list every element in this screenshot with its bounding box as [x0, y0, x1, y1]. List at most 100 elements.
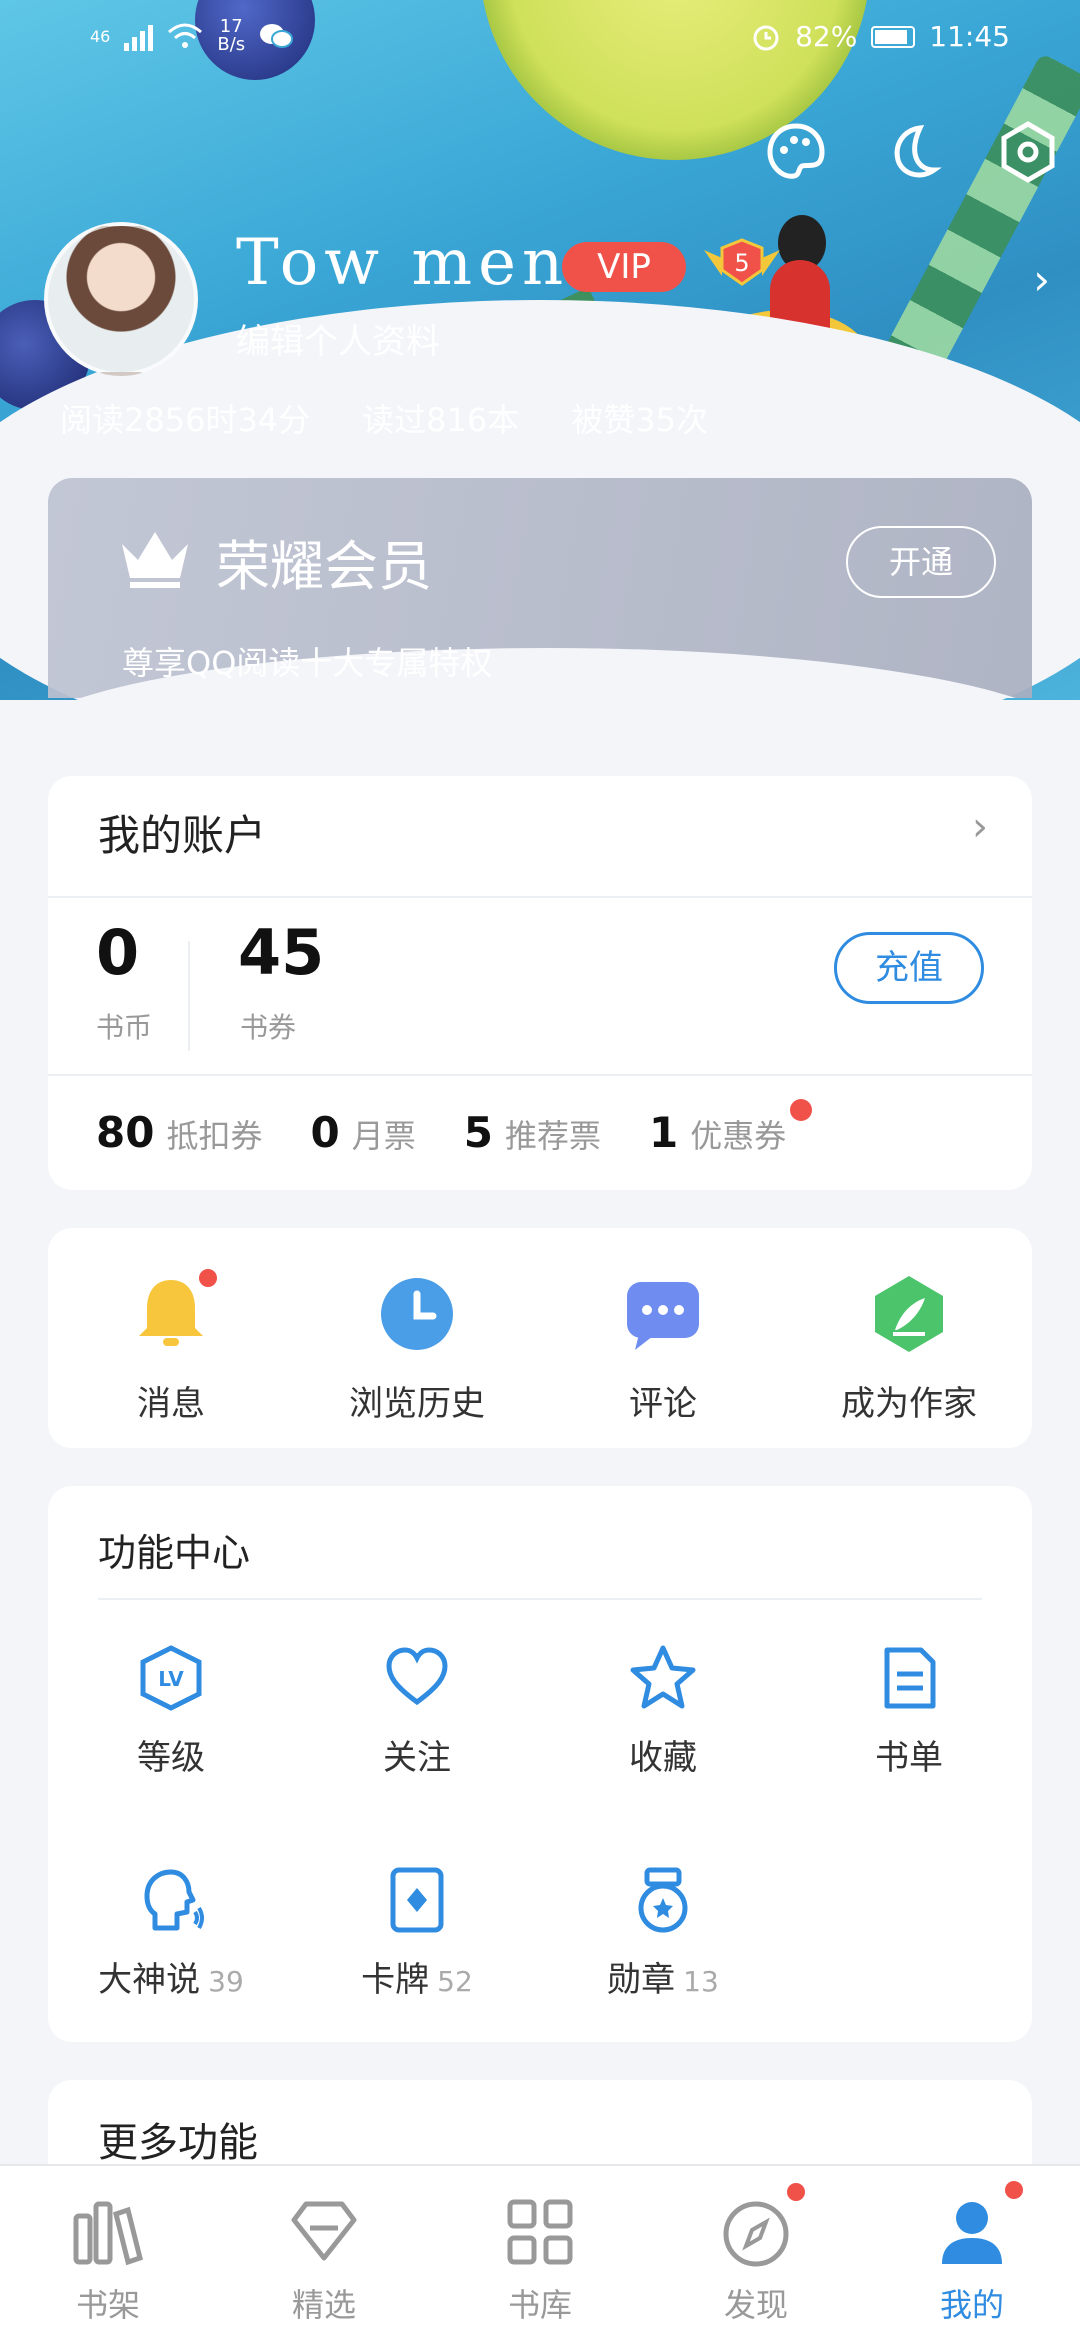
notification-dot — [1002, 2178, 1026, 2202]
notification-dot — [784, 2180, 808, 2204]
tab-label: 发现 — [723, 2286, 788, 2324]
history-entry[interactable]: 浏览历史 — [294, 1228, 540, 1448]
medals-entry[interactable]: 勋章 13 — [540, 1822, 786, 2044]
divider — [188, 941, 190, 1051]
compass-icon — [723, 2201, 789, 2267]
cards-entry[interactable]: 卡牌 52 — [294, 1822, 540, 2044]
master-talk-entry[interactable]: 大神说 39 — [48, 1822, 294, 2044]
level-entry[interactable]: LV 等级 — [48, 1600, 294, 1822]
function-label: 书单 — [875, 1738, 943, 1778]
bookshelf-icon — [73, 2201, 143, 2266]
avatar[interactable] — [44, 222, 198, 376]
quick-action-label: 浏览历史 — [349, 1384, 485, 1424]
messages-entry[interactable]: 消息 — [48, 1228, 294, 1448]
username[interactable]: Tow men. — [236, 226, 596, 300]
reading-time: 阅读2856时34分 — [60, 401, 311, 439]
coins-value[interactable]: 0 — [96, 916, 139, 989]
function-label: 勋章 13 — [607, 1960, 719, 2000]
follow-entry[interactable]: 关注 — [294, 1600, 540, 1822]
vip-badge[interactable]: VIP — [562, 242, 686, 292]
clock-time: 11:45 — [929, 20, 1010, 53]
tab-label: 精选 — [291, 2286, 356, 2324]
booklist-icon — [884, 1647, 936, 1709]
divider — [48, 1074, 1032, 1076]
talk-icon — [144, 1869, 204, 1931]
svg-text:LV: LV — [158, 1667, 184, 1691]
pen-icon — [875, 1276, 943, 1352]
chevron-right-icon[interactable]: › — [972, 804, 988, 850]
wifi-icon — [168, 23, 203, 48]
crown-icon — [122, 532, 188, 588]
night-mode-icon[interactable] — [880, 120, 944, 184]
bottom-tab-bar: 书架 精选 书库 发现 我的 — [0, 2164, 1080, 2340]
function-grid: LV 等级 关注 收藏 书单 大神说 39 卡牌 52 勋章 13 — [48, 1600, 1032, 2044]
tab-mine[interactable]: 我的 — [864, 2166, 1080, 2340]
booklist-entry[interactable]: 书单 — [786, 1600, 1032, 1822]
function-label: 关注 — [383, 1738, 451, 1778]
battery-percent: 82% — [795, 20, 858, 53]
recharge-button[interactable]: 充值 — [834, 932, 984, 1004]
favorites-entry[interactable]: 收藏 — [540, 1600, 786, 1822]
quick-action-label: 消息 — [137, 1384, 205, 1424]
tab-library[interactable]: 书库 — [432, 2166, 648, 2340]
coins-label: 书币 — [96, 1011, 153, 1044]
status-bar: 46 17 B/s 82% 11:45 — [0, 0, 1080, 80]
function-label: 卡牌 52 — [361, 1960, 473, 2000]
quick-actions-card: 消息 浏览历史 评论 成为作家 — [48, 1228, 1032, 1448]
ticket-deduction[interactable]: 80 抵扣券 — [96, 1108, 262, 1157]
tab-label: 书架 — [75, 2286, 140, 2324]
comments-entry[interactable]: 评论 — [540, 1228, 786, 1448]
my-account-card: 我的账户 › 0 书币 45 书券 充值 80 抵扣券 0 月票 5 推荐票 1 优惠券 — [48, 776, 1032, 1190]
vouchers-value[interactable]: 45 — [238, 916, 324, 989]
function-label: 大神说 39 — [98, 1960, 244, 2000]
grid-icon — [507, 2199, 573, 2265]
settings-icon[interactable] — [996, 120, 1060, 184]
user-icon — [942, 2202, 1002, 2264]
ticket-coupon[interactable]: 1 优惠券 — [649, 1099, 820, 1157]
account-title[interactable]: 我的账户 — [98, 802, 266, 863]
tab-label: 我的 — [939, 2286, 1004, 2324]
tab-featured[interactable]: 精选 — [216, 2166, 432, 2340]
honor-membership-card[interactable]: 荣耀会员 尊享QQ阅读十大专属特权 开通 — [48, 478, 1032, 698]
medal-icon — [638, 1867, 688, 1933]
level-icon: LV — [140, 1645, 202, 1711]
more-functions-title: 更多功能 — [98, 2120, 258, 2166]
tab-bookshelf[interactable]: 书架 — [0, 2166, 216, 2340]
edit-profile-link[interactable]: 编辑个人资料 — [236, 314, 440, 363]
ticket-recommend[interactable]: 5 推荐票 — [464, 1108, 601, 1157]
battery-icon — [871, 25, 916, 48]
signal-icon — [124, 21, 154, 51]
level-badge-icon[interactable]: 5 — [700, 236, 784, 292]
comment-icon — [627, 1282, 699, 1350]
divider — [48, 896, 1032, 898]
wechat-icon — [260, 24, 294, 48]
books-read: 读过816本 — [362, 401, 520, 439]
net-speed: 17 B/s — [217, 16, 246, 55]
card-icon — [390, 1867, 444, 1933]
become-writer-entry[interactable]: 成为作家 — [786, 1228, 1032, 1448]
header-actions — [764, 120, 1060, 184]
tab-discover[interactable]: 发现 — [648, 2166, 864, 2340]
vouchers-label: 书券 — [240, 1011, 297, 1044]
function-label: 等级 — [137, 1738, 205, 1778]
function-label: 收藏 — [629, 1738, 697, 1778]
membership-title: 荣耀会员 — [216, 535, 432, 598]
alarm-icon — [753, 25, 779, 50]
star-icon — [630, 1645, 696, 1709]
chevron-right-icon[interactable]: › — [1033, 255, 1050, 304]
ticket-monthly[interactable]: 0 月票 — [310, 1108, 415, 1157]
quick-action-label: 评论 — [629, 1384, 697, 1424]
quick-action-label: 成为作家 — [841, 1384, 977, 1424]
function-center-title: 功能中心 — [98, 1531, 251, 1575]
notification-dot — [790, 1099, 813, 1121]
likes-count: 被赞35次 — [571, 401, 708, 439]
tab-label: 书库 — [507, 2286, 572, 2324]
heart-icon — [386, 1647, 448, 1706]
reading-stats: 阅读2856时34分 读过816本 被赞35次 — [60, 395, 708, 441]
function-center-card: 功能中心 LV 等级 关注 收藏 书单 大神说 39 卡牌 52 勋章 13 — [48, 1486, 1032, 2042]
palette-icon[interactable] — [764, 120, 828, 184]
diamond-icon — [291, 2201, 357, 2261]
level-number: 5 — [734, 249, 749, 277]
open-membership-button[interactable]: 开通 — [846, 526, 996, 598]
tickets-row: 80 抵扣券 0 月票 5 推荐票 1 优惠券 — [96, 1099, 820, 1157]
